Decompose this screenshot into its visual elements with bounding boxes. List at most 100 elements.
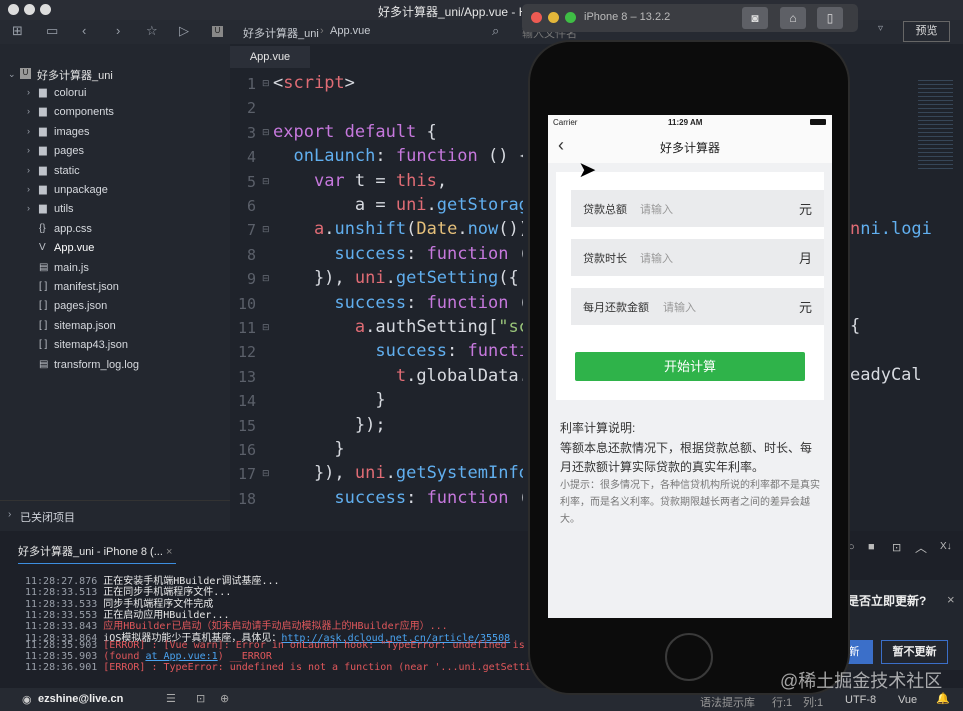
- terminal-icon[interactable]: ⊡: [196, 692, 205, 705]
- bell-icon[interactable]: 🔔: [936, 692, 950, 705]
- preview-button[interactable]: 预览: [903, 21, 950, 42]
- tab-app-vue[interactable]: App.vue: [230, 46, 310, 68]
- breadcrumb-project[interactable]: 好多计算器_uni: [243, 25, 319, 41]
- home-button[interactable]: [665, 633, 713, 681]
- chevron-up-icon[interactable]: ︿: [915, 539, 927, 556]
- sidebar-item[interactable]: › ▆ utils: [27, 203, 74, 215]
- close-window-button[interactable]: [531, 12, 542, 23]
- fold-icon[interactable]: ⊟: [262, 127, 270, 138]
- json-icon: [ ]: [39, 281, 48, 292]
- sidebar-item[interactable]: ▤ main.js: [39, 261, 89, 274]
- fold-icon[interactable]: ⊟: [262, 176, 270, 187]
- fold-icon[interactable]: ⊟: [262, 322, 270, 333]
- terminal-icon[interactable]: ⊡: [892, 541, 901, 554]
- code-line[interactable]: success: function (a: [273, 488, 523, 508]
- row-indicator: 行:1: [772, 697, 793, 709]
- console-tab[interactable]: 好多计算器_uni - iPhone 8 (... ×: [18, 543, 177, 564]
- back-icon[interactable]: ‹: [82, 23, 86, 38]
- code-line[interactable]: a = uni.getStorage: [273, 195, 523, 215]
- minimize-window-button[interactable]: [548, 12, 559, 23]
- sidebar-item[interactable]: › ▆ pages: [27, 145, 84, 157]
- close-icon[interactable]: ×: [166, 546, 172, 558]
- input-field[interactable]: 贷款总额 请输入 元: [571, 190, 824, 227]
- code-line[interactable]: success: function (t: [273, 244, 523, 264]
- fold-icon[interactable]: ⊟: [262, 78, 270, 89]
- sidebar-item[interactable]: [ ] pages.json: [39, 300, 108, 313]
- language-mode[interactable]: Vue: [898, 694, 917, 706]
- minimap[interactable]: [918, 80, 953, 170]
- globe-icon[interactable]: ⊕: [220, 692, 229, 705]
- code-line[interactable]: success: function (a: [273, 293, 523, 313]
- code-line[interactable]: });: [273, 415, 523, 435]
- log-message: [ERROR] : TypeError: undefined is not a …: [103, 662, 549, 674]
- star-icon[interactable]: ☆: [146, 23, 158, 39]
- log-link[interactable]: at App.vue:1: [145, 651, 217, 662]
- filter-icon[interactable]: ▿: [878, 23, 883, 34]
- maximize-window-button[interactable]: [40, 4, 51, 15]
- new-file-icon[interactable]: ⊞: [12, 23, 23, 39]
- line-number: 12: [237, 343, 256, 362]
- project-sidebar: ⌄ U 好多计算器_uni › ▆ colorui › ▆ components › ▆ ima…: [0, 44, 230, 531]
- sidebar-item[interactable]: › ▆ images: [27, 126, 89, 138]
- sidebar-item[interactable]: V App.vue: [39, 242, 94, 254]
- user-account[interactable]: ezshine@live.cn: [38, 693, 123, 705]
- home-icon[interactable]: ⌂: [780, 7, 806, 29]
- code-line[interactable]: onLaunch: function () {: [273, 146, 523, 166]
- code-line[interactable]: t.globalData.u: [273, 366, 523, 386]
- sidebar-item[interactable]: [ ] sitemap43.json: [39, 339, 128, 351]
- col-indicator: 列:1: [803, 697, 824, 709]
- close-icon[interactable]: ×: [947, 592, 955, 607]
- sidebar-item[interactable]: › ▆ unpackage: [27, 184, 108, 196]
- save-icon[interactable]: ▭: [46, 23, 58, 39]
- sidebar-item-label: colorui: [54, 87, 87, 99]
- forward-icon[interactable]: ›: [116, 23, 120, 38]
- closed-projects[interactable]: 已关闭项目: [20, 509, 75, 525]
- sidebar-item[interactable]: {} app.css: [39, 223, 92, 235]
- stop-icon[interactable]: ■: [868, 541, 875, 553]
- start-calculation-button[interactable]: 开始计算: [575, 352, 805, 381]
- encoding[interactable]: UTF-8: [845, 694, 876, 706]
- screenshot-icon[interactable]: ◙: [742, 7, 768, 29]
- line-number: 18: [237, 489, 256, 508]
- line-number: 4: [246, 148, 256, 167]
- input-field[interactable]: 贷款时长 请输入 月: [571, 239, 824, 276]
- code-line[interactable]: a.authSetting["sco: [273, 317, 523, 337]
- maximize-window-button[interactable]: [565, 12, 576, 23]
- close-window-button[interactable]: [8, 4, 19, 15]
- code-line[interactable]: var t = this,: [273, 171, 523, 191]
- field-input[interactable]: 请输入: [640, 201, 673, 217]
- code-line[interactable]: a.unshift(Date.now()),: [273, 219, 523, 239]
- code-line[interactable]: }: [273, 390, 523, 410]
- run-icon[interactable]: ▷: [179, 23, 189, 39]
- skip-update-button[interactable]: 暂不更新: [881, 640, 948, 664]
- syntax-hint[interactable]: 语法提示库: [700, 694, 755, 710]
- field-input[interactable]: 请输入: [663, 299, 696, 315]
- sidebar-item[interactable]: [ ] sitemap.json: [39, 320, 116, 332]
- breadcrumb-file[interactable]: App.vue: [330, 25, 370, 37]
- code-line[interactable]: }: [273, 439, 523, 459]
- fold-icon[interactable]: ⊟: [262, 468, 270, 479]
- sidebar-item[interactable]: [ ] manifest.json: [39, 281, 119, 293]
- minimize-panel-icon[interactable]: X↓: [940, 541, 952, 552]
- code-line[interactable]: success: functio: [273, 341, 523, 361]
- rotate-icon[interactable]: ▯: [817, 7, 843, 29]
- sidebar-item-label: main.js: [54, 261, 89, 274]
- sidebar-item[interactable]: ▤ transform_log.log: [39, 359, 139, 371]
- code-line[interactable]: <script>: [273, 73, 523, 93]
- chevron-right-icon: ›: [8, 509, 12, 520]
- sidebar-item[interactable]: › ▆ colorui: [27, 87, 87, 99]
- css-icon: {}: [39, 222, 46, 234]
- minimize-window-button[interactable]: [24, 4, 35, 15]
- project-root[interactable]: 好多计算器_uni: [37, 67, 113, 83]
- code-line[interactable]: }), uni.getSystemInfo(: [273, 463, 523, 483]
- sidebar-item-label: pages.json: [54, 300, 108, 313]
- input-field[interactable]: 每月还款金额 请输入 元: [571, 288, 824, 325]
- sidebar-item[interactable]: › ▆ static: [27, 165, 80, 177]
- field-input[interactable]: 请输入: [640, 250, 673, 266]
- fold-icon[interactable]: ⊟: [262, 273, 270, 284]
- code-line[interactable]: export default {: [273, 122, 523, 142]
- sidebar-item[interactable]: › ▆ components: [27, 106, 114, 118]
- code-line[interactable]: }), uni.getSetting({: [273, 268, 523, 288]
- fold-icon[interactable]: ⊟: [262, 224, 270, 235]
- list-icon[interactable]: ☰: [166, 692, 176, 705]
